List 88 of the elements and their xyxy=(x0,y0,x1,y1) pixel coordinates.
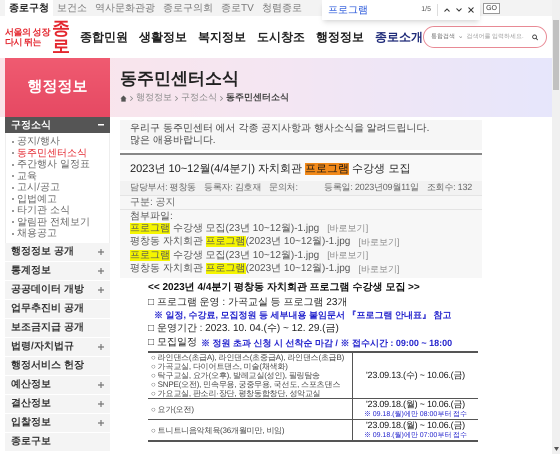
sidebar-subitem[interactable]: 알림판 전체보기 xyxy=(17,216,90,228)
sidebar-subitem[interactable]: 입법예고 xyxy=(17,194,57,205)
sidebar-item[interactable]: 보조금지급 공개 xyxy=(5,318,110,338)
chevron-right-icon xyxy=(175,96,178,100)
attachment-link[interactable]: 평창동 자치회관 프로그램(2023년 10~12월)-1.jpg xyxy=(130,237,350,248)
plus-icon xyxy=(98,344,104,350)
notice-heading: << 2023년 4/4분기 평창동 자치회관 프로그램 수강생 모집 >> xyxy=(148,282,421,294)
program-list-item: ○ 트니트니음악체육(36개월미만, 비임) xyxy=(151,426,286,434)
sidebar-item[interactable]: 행정서비스 헌장 xyxy=(5,356,110,376)
period-text: '23.09.18.(월) ~ 10.06.(금) xyxy=(366,399,465,410)
sidebar-item[interactable]: 법령/자치법규 xyxy=(5,338,110,356)
period-text: '23.09.13.(수) ~ 10.06.(금) xyxy=(366,370,465,381)
sidebar-subitem[interactable]: 교육 xyxy=(17,170,37,182)
sidebar-item[interactable]: 입찰정보 xyxy=(5,414,110,432)
scrollbar-thumb[interactable] xyxy=(553,20,559,90)
meta-text: 조회수: 132 xyxy=(426,181,472,194)
post-title: 2023년 10~12월(4/4분기) 자치회관 프로그램 수강생 모집 xyxy=(130,163,410,175)
program-list-item: ○ 가곡교실, 다이어트댄스, 미술(채색화) xyxy=(151,362,289,371)
attachments-label: 첨부파일: xyxy=(130,212,174,222)
chevron-down-icon xyxy=(458,35,462,39)
top-link[interactable]: 종로TV xyxy=(217,0,258,16)
attachment-link[interactable]: 프로그램 수강생 모집(23년 10~12월)-1.jpg xyxy=(130,250,320,261)
program-list-item: ○ 요가(오전) xyxy=(151,404,195,414)
intro-text: 많은 애용바랍니다. xyxy=(130,135,217,147)
find-field[interactable]: 프로그램 xyxy=(328,2,388,18)
plus-icon xyxy=(98,268,104,274)
plus-icon xyxy=(98,248,104,254)
nav-item[interactable]: 종합민원 xyxy=(80,28,128,46)
meta-text: 담당부서: 평창동 xyxy=(130,181,196,194)
top-link[interactable]: 역사문화관광 xyxy=(91,0,159,16)
nav-item[interactable]: 도시창조 xyxy=(256,28,305,46)
top-link[interactable]: 청렴종로 xyxy=(258,0,306,16)
chevron-right-icon xyxy=(220,96,223,100)
meta-text: 문의처: xyxy=(269,181,298,194)
plus-icon xyxy=(98,400,104,406)
sidebar-subitem[interactable]: 고시/공고 xyxy=(17,182,60,194)
attachment-link[interactable]: 프로그램 수강생 모집(23년 10~12월)-1.jpg xyxy=(130,224,320,234)
scroll-down-icon[interactable] xyxy=(554,447,558,451)
sidebar-subitem[interactable]: 동주민센터소식 xyxy=(17,148,87,159)
sidebar-subitem[interactable]: 타기관 소식 xyxy=(17,205,70,216)
breadcrumb-link[interactable]: 동주민센터소식 xyxy=(226,91,289,105)
program-list-item: ○ 라인댄스(초급A), 라인댄스(초중급A), 라인댄스(초급B) xyxy=(151,353,346,362)
search-icon[interactable] xyxy=(532,32,539,42)
attachment-link[interactable]: 평창동 자치회관 프로그램(2023년 10~12월)-1.jpg xyxy=(130,264,350,274)
meta-text: 등록자: 김호재 xyxy=(204,181,262,194)
section-label: □ 운영기간 : 2023. 10. 04.(수) ~ 12. 29.(금) xyxy=(148,323,340,335)
sidebar-item[interactable]: 행정정보 공개 xyxy=(5,242,110,262)
program-list-item: ○ 가요교실, 판소리·장단, 평창동합창단, 성악교실 xyxy=(151,389,322,398)
sidebar-item[interactable]: 결산정보 xyxy=(5,394,110,414)
section-label: □ 프로그램 운영 : 가곡교실 등 프로그램 23개 xyxy=(148,297,348,309)
nav-item[interactable]: 종로소개 xyxy=(374,28,423,46)
sidebar-item[interactable]: 업무추진비 공개 xyxy=(5,300,110,318)
nav-item[interactable]: 생활정보 xyxy=(138,28,187,46)
note-text: ※ 일정, 수강료, 모집정원 등 세부내용 붙임문서 『프로그램 안내표』 참고 xyxy=(153,309,453,321)
scrollbar[interactable] xyxy=(552,0,560,454)
plus-icon xyxy=(98,286,104,292)
minus-icon[interactable] xyxy=(98,124,104,126)
page-title: 동주민센터소식 xyxy=(120,70,240,88)
category-label: 구분: 공지 xyxy=(130,196,176,210)
sidebar-item[interactable]: 통계정보 xyxy=(5,262,110,280)
sidebar-title: 행정정보 xyxy=(28,77,88,98)
chevron-right-icon xyxy=(130,96,133,100)
sidebar-item[interactable]: 예산정보 xyxy=(5,376,110,394)
plus-icon xyxy=(98,420,104,426)
top-link[interactable]: 종로구의회 xyxy=(159,0,217,16)
top-link[interactable]: 종로구청 xyxy=(5,0,53,16)
program-list-item: ○ 탁구교실, 요가(오후), 발레교실(성인), 필링탐송 xyxy=(151,371,322,380)
sidebar-subitem[interactable]: 주간행사 일정표 xyxy=(17,159,90,170)
sidebar-item[interactable]: 공공데이터 개방 xyxy=(5,280,110,300)
note-text: ※ 정원 초과 신청 시 선착순 마감 / ※ 접수시간 : 09:00 ~ 18:00 xyxy=(200,337,452,349)
sidebar-item[interactable]: 종로구보 xyxy=(5,432,110,452)
sidebar-subitem[interactable]: 공지/행사 xyxy=(17,136,60,148)
program-list-item: ○ SNPE(오전), 민속무용, 궁중무용, 국선도, 스포츠댄스 xyxy=(151,380,342,389)
nav-item[interactable]: 복지정보 xyxy=(198,28,246,46)
sidebar-section-header[interactable]: 구정소식 xyxy=(5,117,110,133)
plus-icon xyxy=(98,382,104,388)
close-icon[interactable] xyxy=(468,7,474,13)
chevron-up-icon[interactable] xyxy=(444,8,450,12)
chevron-down-icon[interactable] xyxy=(456,8,462,12)
section-label: □ 모집일정 xyxy=(148,337,197,349)
top-link[interactable]: 보건소 xyxy=(53,0,91,16)
sidebar-subitem[interactable]: 채용공고 xyxy=(17,228,57,240)
logo[interactable]: 서울의 성장 다시 뛰는 종로 xyxy=(5,19,70,55)
nav-item[interactable]: 행정정보 xyxy=(316,28,364,46)
period-text: '23.09.18.(월) ~ 10.06.(금) xyxy=(366,420,465,431)
home-icon[interactable] xyxy=(120,94,127,102)
intro-text: 우리구 동주민센터 에서 각종 공지사항과 행사소식을 알려드립니다. xyxy=(130,123,430,135)
meta-text: 등록일: 2023년09월11일 xyxy=(324,181,419,194)
